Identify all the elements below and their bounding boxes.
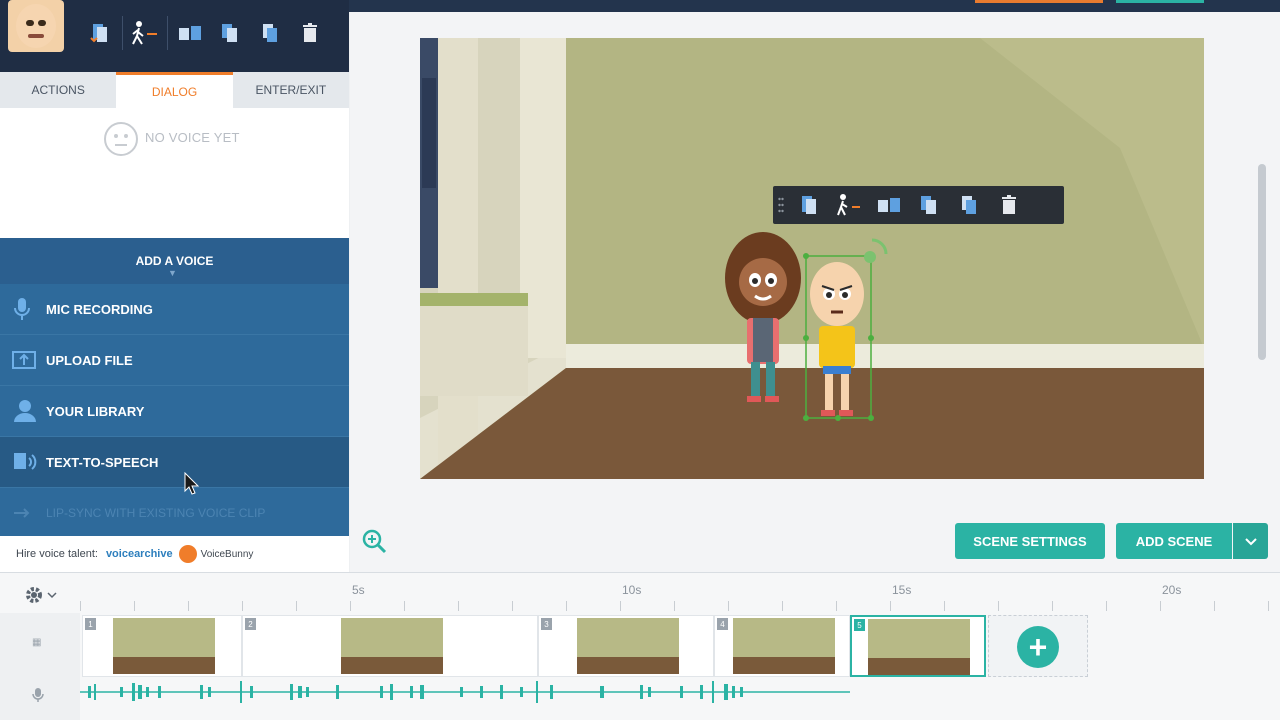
scene-number: 1: [85, 618, 96, 630]
scene-number: 3: [541, 618, 552, 630]
flip-icon[interactable]: [170, 16, 210, 50]
scrollbar-thumb[interactable]: [1258, 164, 1266, 360]
audio-track[interactable]: [80, 677, 1280, 707]
no-voice-label: NO VOICE YET: [145, 130, 240, 145]
voicearchive-link[interactable]: voicearchive: [106, 548, 173, 560]
top-orange-button[interactable]: [975, 0, 1103, 3]
drag-handle-icon[interactable]: [773, 186, 789, 224]
scene-thumbnail[interactable]: 3: [538, 615, 714, 677]
scene-number: 4: [717, 618, 728, 630]
walk-enter-icon[interactable]: [125, 16, 165, 50]
add-voice-title: ADD A VOICE: [135, 254, 214, 268]
voicebunny-logo-icon: [178, 545, 197, 563]
timeline: 5s 10s 15s 20s ▦ 1 2 3 4 5 +: [0, 572, 1280, 720]
upload-icon: [12, 345, 46, 375]
paste-icon[interactable]: [949, 186, 989, 224]
video-track-icon: ▦: [32, 637, 42, 648]
audio-track-icon: [32, 687, 44, 706]
upload-file-option[interactable]: UPLOAD FILE: [0, 335, 349, 386]
timeline-ruler[interactable]: 5s 10s 15s 20s: [80, 573, 1280, 613]
flip-icon[interactable]: [869, 186, 909, 224]
scene-thumbnail[interactable]: 2: [242, 615, 538, 677]
character-avatar[interactable]: [8, 0, 64, 52]
tab-enter-exit[interactable]: ENTER/EXIT: [233, 72, 349, 108]
scene-thumbnail[interactable]: 4: [714, 615, 850, 677]
delete-icon[interactable]: [989, 186, 1029, 224]
stage-scrollbar[interactable]: [1256, 24, 1268, 474]
paste-icon[interactable]: [250, 16, 290, 50]
swap-character-icon[interactable]: [789, 186, 829, 224]
voicebunny-link[interactable]: VoiceBunny: [178, 545, 254, 563]
your-library-option[interactable]: YOUR LIBRARY: [0, 386, 349, 437]
scene-settings-button[interactable]: SCENE SETTINGS: [955, 523, 1105, 559]
microphone-icon: [12, 294, 46, 324]
character-floating-toolbar: [773, 186, 1064, 224]
mouse-cursor-icon: [184, 471, 200, 496]
panel-tabs: ACTIONS DIALOG ENTER/EXIT: [0, 72, 349, 108]
copy-icon[interactable]: [210, 16, 250, 50]
scenes-track: 1 2 3 4 5 +: [80, 615, 1280, 677]
scene-thumbnail[interactable]: 1: [82, 615, 242, 677]
chevron-down-icon: ▼: [168, 268, 177, 278]
scene-number: 2: [245, 618, 256, 630]
voice-options-list: MIC RECORDING UPLOAD FILE YOUR LIBRARY T…: [0, 284, 349, 539]
scene-thumbnail-selected[interactable]: 5: [850, 615, 986, 677]
add-scene-button[interactable]: ADD SCENE: [1116, 523, 1232, 559]
text-to-speech-option[interactable]: TEXT-TO-SPEECH: [0, 437, 349, 488]
neutral-face-icon: [104, 122, 138, 156]
add-scene-dropdown-button[interactable]: [1233, 523, 1268, 559]
mic-recording-label: MIC RECORDING: [46, 301, 153, 317]
scene-canvas[interactable]: [420, 38, 1204, 479]
tab-actions[interactable]: ACTIONS: [0, 72, 116, 108]
lipsync-icon: [12, 498, 46, 528]
tab-dialog[interactable]: DIALOG: [116, 72, 233, 108]
upload-file-label: UPLOAD FILE: [46, 352, 133, 368]
copy-icon[interactable]: [909, 186, 949, 224]
left-panel: ACTIONS DIALOG ENTER/EXIT NO VOICE YET A…: [0, 0, 349, 572]
zoom-in-icon[interactable]: [361, 528, 387, 554]
mic-recording-option[interactable]: MIC RECORDING: [0, 284, 349, 335]
voicebunny-label: VoiceBunny: [200, 548, 254, 560]
add-voice-header: ADD A VOICE ▼: [0, 238, 349, 284]
no-voice-area: NO VOICE YET: [0, 108, 349, 240]
add-scene-slot[interactable]: +: [988, 615, 1088, 677]
chevron-down-icon: [1244, 534, 1257, 549]
delete-icon[interactable]: [290, 16, 330, 50]
text-to-speech-icon: [12, 447, 46, 477]
hire-voice-talent: Hire voice talent: voicearchive VoiceBun…: [0, 536, 349, 572]
tick-label: 15s: [892, 583, 912, 597]
scene-number: 5: [854, 619, 865, 631]
tick-label: 20s: [1162, 583, 1182, 597]
hire-label: Hire voice talent:: [16, 548, 98, 560]
plus-icon[interactable]: +: [1017, 626, 1059, 668]
tick-label: 10s: [622, 583, 642, 597]
track-labels: ▦: [0, 613, 80, 720]
top-teal-button[interactable]: [1116, 0, 1204, 3]
walk-enter-icon[interactable]: [829, 186, 869, 224]
text-to-speech-label: TEXT-TO-SPEECH: [46, 454, 159, 470]
user-library-icon: [12, 396, 46, 426]
tick-label: 5s: [352, 583, 365, 597]
character-toolbar: [0, 0, 349, 72]
lipsync-option: LIP-SYNC WITH EXISTING VOICE CLIP: [0, 488, 349, 539]
gear-icon: [24, 587, 60, 609]
swap-character-icon[interactable]: [80, 16, 120, 50]
timeline-settings-button[interactable]: [24, 585, 60, 605]
your-library-label: YOUR LIBRARY: [46, 403, 145, 419]
lipsync-label: LIP-SYNC WITH EXISTING VOICE CLIP: [46, 506, 266, 520]
